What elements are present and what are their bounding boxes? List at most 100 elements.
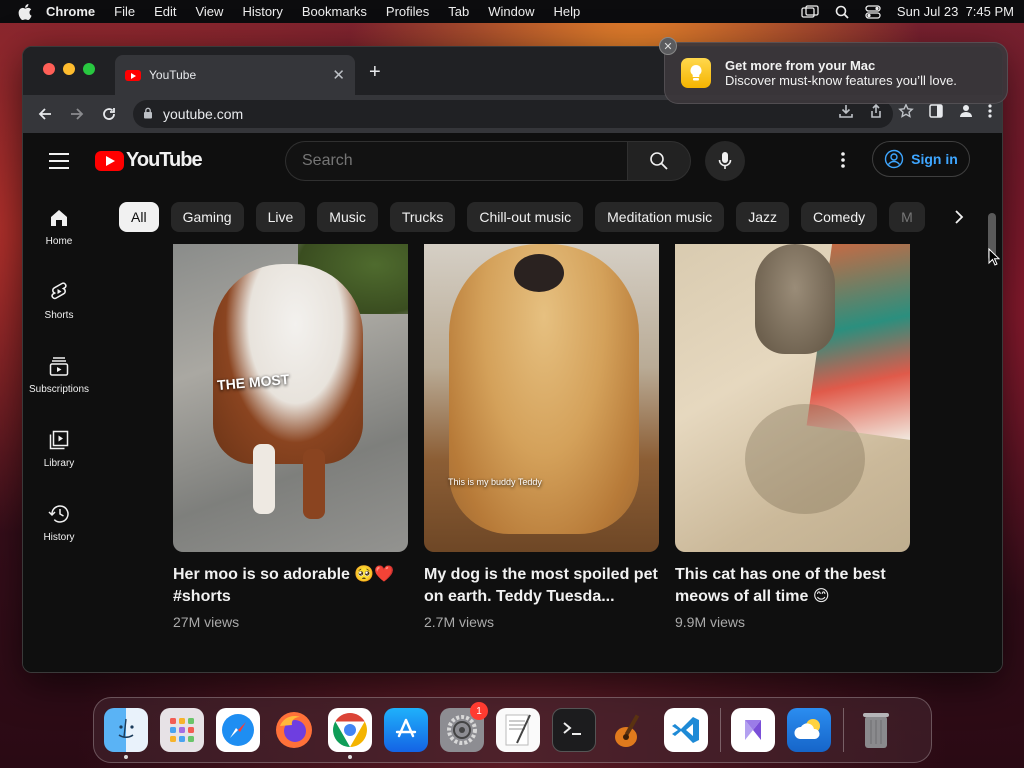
vscode-icon[interactable]: [664, 708, 708, 752]
toolbar-actions: [838, 103, 992, 124]
menu-window[interactable]: Window: [488, 4, 534, 19]
chip-comedy[interactable]: Comedy: [800, 202, 878, 232]
notification-subtitle: Discover must-know features you’ll love.: [725, 73, 957, 88]
launchpad-icon[interactable]: [160, 708, 204, 752]
search-button[interactable]: [627, 141, 691, 181]
dock-separator: [843, 708, 844, 752]
window-zoom-button[interactable]: [83, 63, 95, 75]
tab-youtube[interactable]: YouTube ✕: [115, 55, 355, 95]
chip-chill-out-music[interactable]: Chill-out music: [467, 202, 584, 232]
share-icon[interactable]: [868, 103, 884, 124]
notification-close-icon[interactable]: ✕: [659, 37, 677, 55]
chrome-window: YouTube ✕ + youtube.com YouTube Search S…: [22, 46, 1003, 673]
chip-live[interactable]: Live: [255, 202, 306, 232]
menu-bar: Chrome File Edit View History Bookmarks …: [0, 0, 1024, 23]
mac-notification[interactable]: Get more from your Mac Discover must-kno…: [664, 42, 1008, 104]
menu-history[interactable]: History: [242, 4, 282, 19]
forward-button[interactable]: [61, 98, 93, 130]
chrome-icon[interactable]: [328, 708, 372, 759]
video-card[interactable]: This is my buddy Teddy My dog is the mos…: [424, 244, 659, 630]
video-title[interactable]: This cat has one of the best meows of al…: [675, 564, 910, 608]
menu-edit[interactable]: Edit: [154, 4, 176, 19]
menu-bookmarks[interactable]: Bookmarks: [302, 4, 367, 19]
chrome-menu-icon[interactable]: [988, 103, 992, 124]
hamburger-menu-icon[interactable]: [49, 153, 69, 174]
video-title[interactable]: Her moo is so adorable 🥺❤️ #shorts: [173, 564, 408, 608]
profile-icon[interactable]: [958, 103, 974, 124]
sign-in-button[interactable]: Sign in: [872, 141, 970, 177]
side-panel-icon[interactable]: [928, 103, 944, 124]
chips-next-button[interactable]: [943, 201, 975, 233]
video-card[interactable]: This cat has one of the best meows of al…: [675, 244, 910, 630]
garageband-icon[interactable]: [608, 708, 652, 752]
textedit-icon[interactable]: [496, 708, 540, 752]
youtube-favicon-icon: [125, 69, 141, 81]
terminal-icon[interactable]: [552, 708, 596, 752]
control-center-icon[interactable]: [865, 4, 881, 19]
firefox-icon[interactable]: [272, 708, 316, 752]
video-thumbnail[interactable]: THE MOST: [173, 244, 408, 552]
chip-trucks[interactable]: Trucks: [389, 202, 456, 232]
mouse-cursor-icon: [988, 247, 1001, 271]
bookmark-star-icon[interactable]: [898, 103, 914, 124]
trash-icon[interactable]: [854, 708, 898, 752]
youtube-logo[interactable]: YouTube: [95, 149, 203, 172]
video-card[interactable]: THE MOST Her moo is so adorable 🥺❤️ #sho…: [173, 244, 408, 630]
reload-button[interactable]: [93, 98, 125, 130]
window-close-button[interactable]: [43, 63, 55, 75]
sign-in-label: Sign in: [911, 151, 958, 167]
address-bar[interactable]: youtube.com: [133, 100, 893, 128]
sidebar-item-home[interactable]: Home: [23, 189, 95, 263]
window-minimize-button[interactable]: [63, 63, 75, 75]
youtube-page: YouTube Sign in: [23, 133, 1002, 672]
menu-file[interactable]: File: [114, 4, 135, 19]
safari-icon[interactable]: [216, 708, 260, 752]
visual-studio-icon[interactable]: [731, 708, 775, 752]
youtube-header: YouTube Sign in: [23, 133, 1002, 189]
menu-app-name[interactable]: Chrome: [46, 4, 95, 19]
menu-tab[interactable]: Tab: [448, 4, 469, 19]
tab-close-icon[interactable]: ✕: [332, 66, 345, 84]
search-icon: [650, 152, 668, 170]
settings-kebab-icon[interactable]: [841, 151, 845, 174]
system-settings-icon[interactable]: 1: [440, 702, 488, 752]
chip-all[interactable]: All: [119, 202, 159, 232]
video-thumbnail[interactable]: [675, 244, 910, 552]
sidebar-item-library[interactable]: Library: [23, 411, 95, 485]
weather-icon[interactable]: [787, 708, 831, 752]
chip-jazz[interactable]: Jazz: [736, 202, 789, 232]
menu-profiles[interactable]: Profiles: [386, 4, 429, 19]
search-input[interactable]: [285, 141, 627, 181]
back-button[interactable]: [29, 98, 61, 130]
chip-truncated[interactable]: M: [889, 202, 925, 232]
install-app-icon[interactable]: [838, 103, 854, 124]
finder-icon[interactable]: [104, 708, 148, 759]
video-views: 27M views: [173, 614, 240, 630]
thumbnail-caption: This is my buddy Teddy: [448, 477, 542, 487]
new-tab-button[interactable]: +: [369, 61, 381, 84]
account-circle-icon: [884, 149, 904, 169]
home-icon: [49, 206, 69, 230]
video-title[interactable]: My dog is the most spoiled pet on earth.…: [424, 564, 659, 608]
sidebar-item-label: Shorts: [44, 309, 74, 321]
sidebar-item-history[interactable]: History: [23, 485, 95, 559]
lock-icon[interactable]: [143, 106, 153, 122]
chip-music[interactable]: Music: [317, 202, 378, 232]
apple-menu-icon[interactable]: [18, 3, 32, 20]
notification-title: Get more from your Mac: [725, 58, 876, 73]
chip-meditation-music[interactable]: Meditation music: [595, 202, 725, 232]
screen-mirroring-icon[interactable]: [801, 4, 819, 19]
sidebar-item-shorts[interactable]: Shorts: [23, 263, 95, 337]
subscriptions-icon: [49, 354, 69, 378]
chip-gaming[interactable]: Gaming: [170, 202, 244, 232]
sidebar-item-subscriptions[interactable]: Subscriptions: [23, 337, 95, 411]
menubar-status-area: Sun Jul 23 7:45 PM: [801, 4, 1014, 19]
menu-view[interactable]: View: [195, 4, 223, 19]
menu-help[interactable]: Help: [554, 4, 581, 19]
menubar-clock[interactable]: Sun Jul 23 7:45 PM: [897, 4, 1014, 19]
voice-search-button[interactable]: [705, 141, 745, 181]
spotlight-search-icon[interactable]: [835, 5, 849, 19]
app-store-icon[interactable]: [384, 708, 428, 752]
notification-badge: 1: [470, 702, 488, 720]
video-thumbnail[interactable]: This is my buddy Teddy: [424, 244, 659, 552]
